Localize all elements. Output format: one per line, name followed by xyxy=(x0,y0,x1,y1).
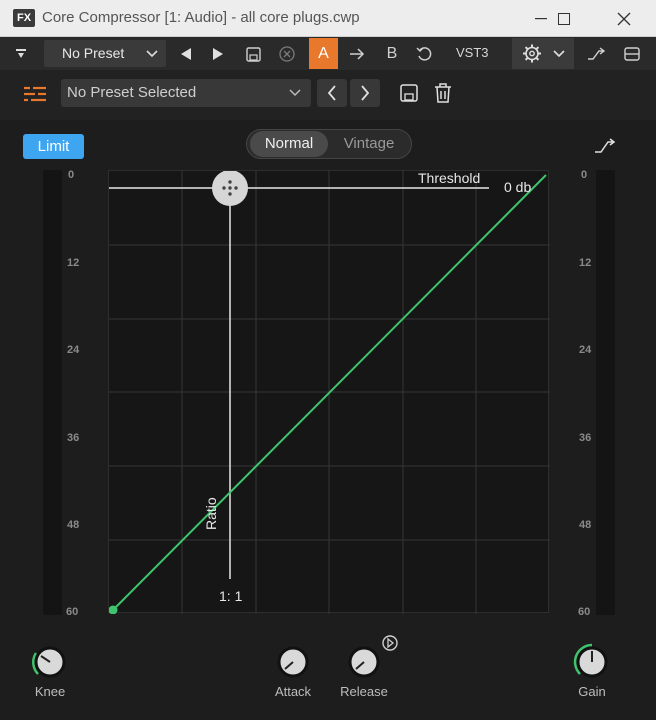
layout-toggle-button[interactable] xyxy=(621,42,643,66)
chevron-left-icon xyxy=(327,85,336,101)
fx-app-icon: FX xyxy=(13,9,35,27)
preset-delete-button[interactable] xyxy=(434,83,452,108)
gear-icon xyxy=(523,44,541,63)
threshold-value: 0 db xyxy=(504,179,532,195)
gain-label: Gain xyxy=(578,684,606,699)
toolbar-preset-dropdown[interactable]: No Preset xyxy=(44,40,166,67)
save-icon xyxy=(245,46,261,62)
preset-select-label: No Preset Selected xyxy=(67,84,197,101)
preset-select[interactable]: No Preset Selected xyxy=(61,79,311,107)
settings-menu-button[interactable] xyxy=(512,38,574,69)
close-icon xyxy=(617,12,631,25)
plugin-toolbar: No Preset A B VST3 xyxy=(0,37,656,70)
left-scale-0: 0 xyxy=(68,169,75,181)
save-icon xyxy=(400,84,418,102)
attack-label: Attack xyxy=(274,684,312,699)
mode-vintage-button[interactable]: Vintage xyxy=(330,131,408,157)
limit-button[interactable]: Limit xyxy=(23,134,84,159)
triangle-right-icon xyxy=(213,48,223,60)
chevron-down-icon xyxy=(289,79,301,108)
delete-preset-button[interactable] xyxy=(276,42,298,66)
output-meter xyxy=(596,170,615,615)
threshold-ratio-handle xyxy=(212,171,248,206)
panel-icon xyxy=(624,47,640,61)
undo-icon xyxy=(416,47,432,61)
chevron-down-icon xyxy=(146,40,158,68)
previous-preset-button[interactable] xyxy=(176,42,196,66)
right-scale-12: 12 xyxy=(579,257,592,269)
circle-x-icon xyxy=(279,46,295,62)
right-scale-48: 48 xyxy=(579,519,592,531)
threshold-label: Threshold xyxy=(418,170,481,186)
a-slot-button[interactable]: A xyxy=(309,38,338,69)
menu-lines-icon[interactable] xyxy=(24,86,46,107)
window-title: Core Compressor [1: Audio] - all core pl… xyxy=(42,9,360,26)
undo-button[interactable] xyxy=(413,42,435,66)
ratio-label: Ratio xyxy=(203,497,219,530)
release-knob[interactable] xyxy=(344,642,384,682)
knee-label: Knee xyxy=(34,684,66,699)
maximize-icon xyxy=(558,12,570,25)
sidechain-routing-button[interactable] xyxy=(594,138,616,159)
save-preset-button[interactable] xyxy=(242,42,264,66)
right-scale-24: 24 xyxy=(579,344,592,356)
gain-knob[interactable] xyxy=(572,642,612,682)
triangle-left-icon xyxy=(181,48,191,60)
release-label: Release xyxy=(340,684,388,699)
right-scale-36: 36 xyxy=(579,432,592,444)
ratio-value: 1: 1 xyxy=(219,588,243,604)
plugin-format-label: VST3 xyxy=(456,45,489,60)
pin-menu-icon[interactable] xyxy=(12,42,30,66)
chevron-right-icon xyxy=(361,85,370,101)
input-meter xyxy=(43,170,62,615)
arrow-right-icon xyxy=(350,48,365,60)
toolbar-preset-label: No Preset xyxy=(62,45,125,61)
auto-release-button[interactable] xyxy=(381,634,399,657)
maximize-button[interactable] xyxy=(541,0,587,37)
next-preset-button[interactable] xyxy=(208,42,228,66)
preset-next-button[interactable] xyxy=(350,79,380,107)
knee-knob[interactable] xyxy=(30,642,70,682)
copy-a-to-b-button[interactable] xyxy=(346,42,368,66)
mode-normal-button[interactable]: Normal xyxy=(250,131,328,157)
right-scale-0: 0 xyxy=(581,169,588,181)
left-scale-12: 12 xyxy=(67,257,80,269)
auto-release-icon xyxy=(382,635,398,651)
plugin-window: FX Core Compressor [1: Audio] - all core… xyxy=(0,0,656,720)
title-bar: FX Core Compressor [1: Audio] - all core… xyxy=(0,0,656,37)
attack-knob[interactable] xyxy=(273,642,313,682)
chevron-down-icon xyxy=(553,50,565,58)
left-scale-48: 48 xyxy=(67,519,80,531)
b-slot-button[interactable]: B xyxy=(382,42,402,66)
left-scale-24: 24 xyxy=(67,344,80,356)
close-button[interactable] xyxy=(601,0,647,37)
routing-button[interactable] xyxy=(585,42,607,66)
transfer-curve-graph[interactable] xyxy=(108,170,550,614)
left-scale-36: 36 xyxy=(67,432,80,444)
right-scale-60: 60 xyxy=(578,606,591,618)
routing-icon xyxy=(595,138,616,153)
routing-icon xyxy=(588,47,605,60)
left-scale-60: 60 xyxy=(66,606,79,618)
preset-save-button[interactable] xyxy=(400,84,418,107)
preset-prev-button[interactable] xyxy=(317,79,347,107)
trash-icon xyxy=(435,83,451,103)
